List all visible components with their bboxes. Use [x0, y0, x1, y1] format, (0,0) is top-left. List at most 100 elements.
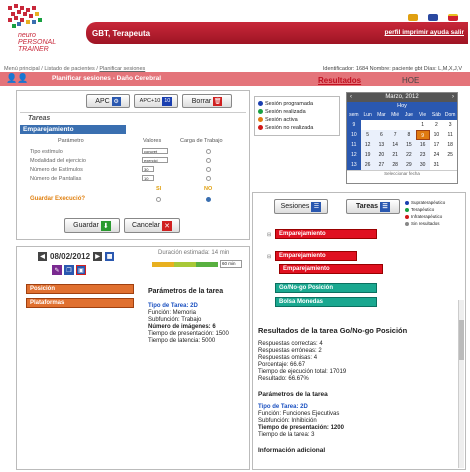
prev-date-icon[interactable]: ◀: [38, 252, 47, 261]
task-bar[interactable]: Go/No-go Posición: [275, 283, 377, 293]
calendar-day[interactable]: 3: [443, 120, 457, 130]
result-param-line: Tiempo de la tarea: 3: [258, 432, 315, 438]
expand-icon[interactable]: ⊟: [267, 254, 271, 260]
params-title: Parámetros de la tarea: [148, 288, 224, 295]
task-bar[interactable]: Emparejamiento: [275, 251, 357, 261]
calendar-day[interactable]: 25: [443, 150, 457, 160]
paste-icon[interactable]: ▣: [76, 265, 86, 275]
calendar-day[interactable]: 20: [374, 150, 389, 160]
calendar-footer[interactable]: Seleccionar fecha: [347, 170, 457, 176]
scrollbar[interactable]: [458, 300, 464, 468]
calendar-day[interactable]: 16: [415, 140, 430, 150]
col-param: Parámetro: [58, 138, 84, 144]
radio[interactable]: [206, 158, 211, 163]
calendar-day[interactable]: 27: [374, 160, 389, 170]
calendar-week: 10 5 6 7 8 9 10 11: [347, 130, 457, 140]
value-select[interactable]: 30: [142, 166, 154, 172]
calendar-day[interactable]: 13: [374, 140, 389, 150]
calendar-day[interactable]: [375, 120, 389, 130]
task-name: Emparejamiento: [20, 125, 126, 134]
value-select[interactable]: concret: [142, 148, 168, 154]
calendar-day[interactable]: 21: [388, 150, 402, 160]
expand-icon[interactable]: ⊟: [267, 232, 271, 238]
calendar-day[interactable]: 15: [402, 140, 416, 150]
calendar-day[interactable]: 22: [402, 150, 416, 160]
apc-label: APC: [95, 97, 110, 105]
task-bar[interactable]: Emparejamiento: [275, 229, 377, 239]
language-flag-1-icon[interactable]: [408, 14, 418, 21]
value-select[interactable]: exercici: [142, 157, 168, 163]
calendar-day[interactable]: 31: [430, 160, 444, 170]
calendar-day[interactable]: [402, 120, 416, 130]
week-number: 10: [347, 130, 361, 140]
legend-item: Sesión no realizada: [258, 124, 336, 132]
calendar-day[interactable]: 18: [443, 140, 457, 150]
cancel-button[interactable]: Cancelar ✕: [124, 218, 180, 233]
save-no-radio[interactable]: [206, 197, 211, 204]
save-button[interactable]: Guardar ⬇: [64, 218, 120, 233]
result-param-line: Subfunción: Inhibición: [258, 418, 317, 424]
calendar-day[interactable]: 7: [388, 130, 402, 140]
calendar-day[interactable]: 28: [388, 160, 402, 170]
results-link[interactable]: Resultados: [318, 76, 361, 85]
value-select[interactable]: 10: [142, 175, 154, 181]
session-task-item[interactable]: Posición: [26, 284, 134, 294]
calendar-day[interactable]: 8: [402, 130, 416, 140]
calendar-day[interactable]: [443, 160, 457, 170]
week-number: 12: [347, 150, 361, 160]
calendar-day[interactable]: 19: [360, 150, 375, 160]
weekday: Jue: [404, 112, 413, 118]
copy-icon[interactable]: ❐: [64, 265, 74, 275]
header-links[interactable]: perfil imprimir ayuda salir: [385, 29, 464, 36]
calendar-day[interactable]: 30: [415, 160, 430, 170]
prev-month-icon[interactable]: ‹: [350, 93, 352, 102]
calendar-day[interactable]: 11: [443, 130, 457, 140]
hoe-link[interactable]: HOE: [402, 76, 419, 85]
no-label: NO: [204, 186, 213, 192]
apc-button[interactable]: APC ⚙: [86, 94, 130, 108]
calendar-week: 13 26 27 28 29 30 31: [347, 160, 457, 170]
calendar-day[interactable]: 9: [415, 130, 430, 140]
legend-label: Sesión programada: [265, 101, 314, 107]
radio[interactable]: [206, 149, 211, 154]
radio[interactable]: [206, 176, 211, 181]
param-line: Subfunción: Trabajo: [148, 317, 202, 323]
delete-button[interactable]: Borrar 🗑: [182, 94, 232, 108]
delete-label: Borrar: [191, 97, 212, 105]
task-bar[interactable]: Bolsa Monedas: [275, 297, 377, 307]
radio[interactable]: [206, 167, 211, 172]
session-task-item[interactable]: Plataformas: [26, 298, 134, 308]
next-date-icon[interactable]: ▶: [93, 252, 103, 261]
calendar-day[interactable]: 14: [388, 140, 402, 150]
result-line: Respuestas omisas: 4: [258, 355, 318, 361]
calendar-day[interactable]: 26: [360, 160, 375, 170]
legend-label: Sin resultados: [411, 221, 440, 226]
language-flag-2-icon[interactable]: [428, 14, 438, 21]
results-title: Resultados de la tarea Go/No-go Posición: [258, 326, 408, 335]
calendar-day[interactable]: [361, 120, 375, 130]
calendar-day[interactable]: 12: [360, 140, 375, 150]
dot-icon: [258, 125, 263, 131]
sessions-button[interactable]: Sesiones ☰: [274, 199, 328, 214]
language-flag-3-icon[interactable]: [448, 14, 458, 21]
calendar-day[interactable]: 10: [430, 130, 444, 140]
task-bar[interactable]: Emparejamiento: [279, 264, 383, 274]
calendar-day[interactable]: 17: [430, 140, 444, 150]
calendar-day[interactable]: 6: [374, 130, 389, 140]
calendar-today[interactable]: Hoy: [347, 102, 457, 110]
calendar-day[interactable]: 2: [430, 120, 444, 130]
apc10-button[interactable]: APC+10 10: [134, 94, 178, 108]
calendar-icon[interactable]: ▦: [105, 252, 115, 261]
calendar-day[interactable]: 1: [416, 120, 430, 130]
calendar-day[interactable]: 29: [402, 160, 416, 170]
save-yes-radio[interactable]: [156, 197, 161, 204]
tasks-button[interactable]: Tareas ☰: [346, 199, 400, 214]
calendar-day[interactable]: [388, 120, 402, 130]
value-selects: concret exercici 30 10: [142, 148, 168, 184]
edit-icon[interactable]: ✎: [52, 265, 62, 275]
calendar-day[interactable]: 5: [360, 130, 375, 140]
next-month-icon[interactable]: ›: [452, 93, 454, 102]
calendar-day[interactable]: 24: [430, 150, 444, 160]
duration-select[interactable]: 60 min: [220, 260, 242, 268]
calendar-day[interactable]: 23: [415, 150, 430, 160]
